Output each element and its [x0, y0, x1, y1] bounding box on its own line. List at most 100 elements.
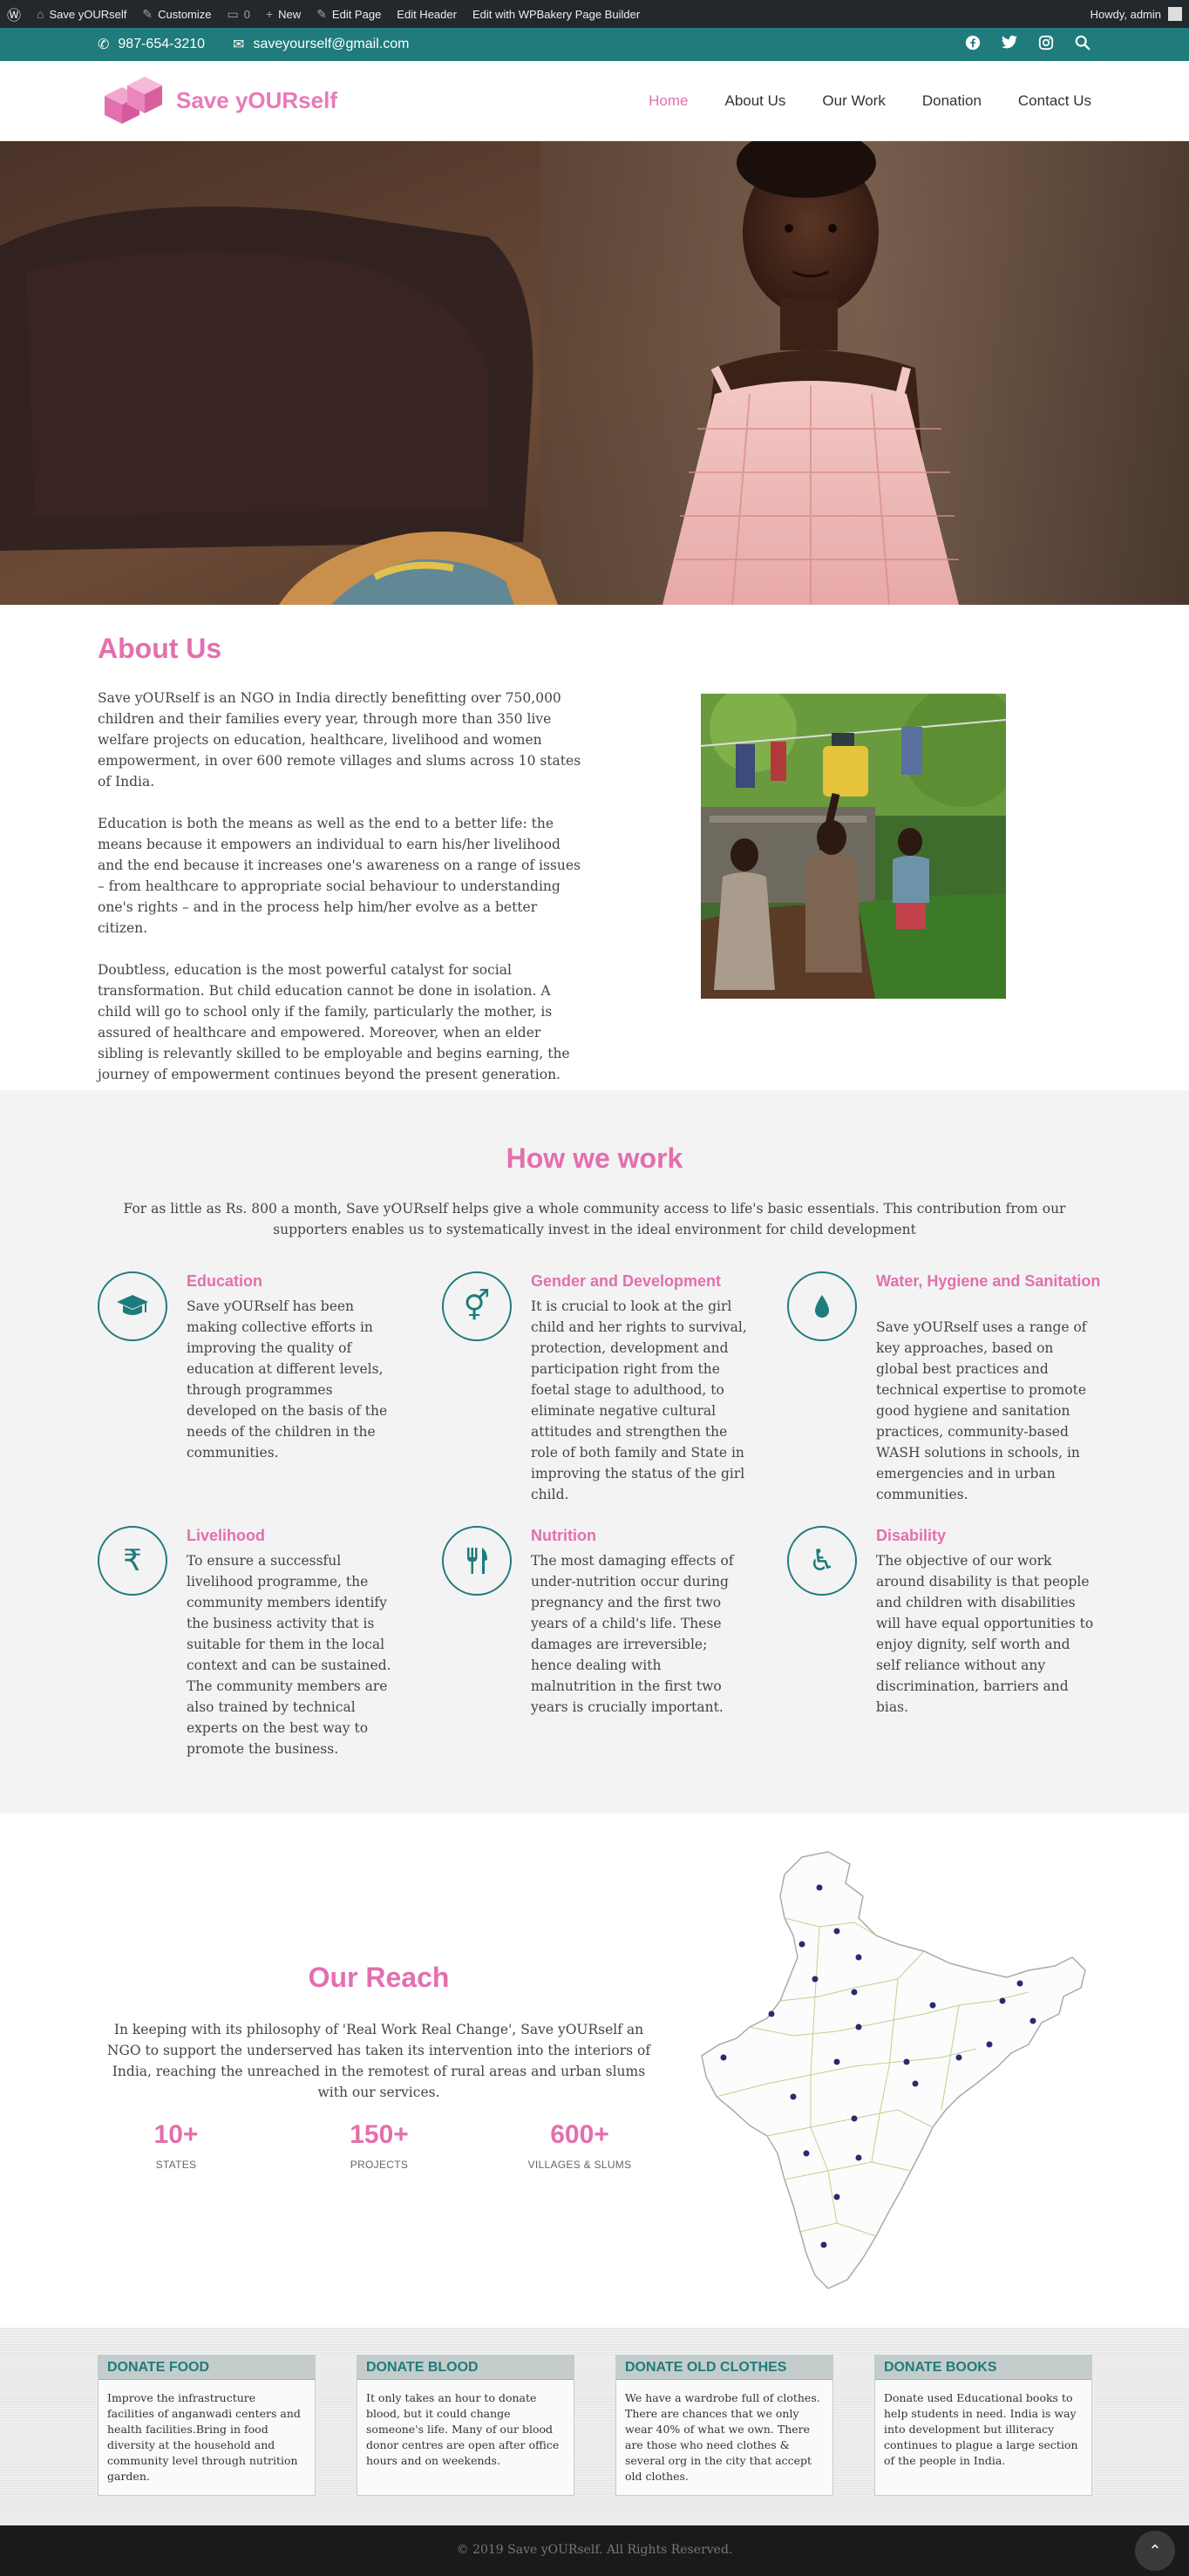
nav-contact-us[interactable]: Contact Us	[1018, 92, 1091, 110]
feature-title: Education	[187, 1272, 263, 1290]
stat-villages: 600+ VILLAGES & SLUMS	[501, 2120, 658, 2171]
admin-customize[interactable]: ✎ Customize	[142, 7, 211, 22]
nav-about-us[interactable]: About Us	[724, 92, 785, 110]
feature-text: The most damaging effects of under-nutri…	[531, 1553, 734, 1715]
comments-count: 0	[243, 7, 250, 21]
donate-clothes-card[interactable]: DONATE OLD CLOTHES We have a wardrobe fu…	[615, 2355, 833, 2496]
about-photo-children	[701, 694, 1006, 999]
card-text: We have a wardrobe full of clothes. Ther…	[625, 2391, 820, 2483]
about-paragraph: Doubtless, education is the most powerfu…	[98, 962, 570, 1082]
admin-site-name[interactable]: ⌂ Save yOURself	[37, 7, 126, 21]
admin-comments[interactable]: ▭ 0	[228, 7, 250, 22]
chevron-up-icon: ⌃	[1148, 2541, 1162, 2560]
logo-text: Save yOURself	[176, 87, 337, 113]
gender-icon: ⚥	[442, 1271, 512, 1341]
donate-food-card[interactable]: DONATE FOOD Improve the infrastructure f…	[98, 2355, 316, 2496]
feature-title: Livelihood	[187, 1527, 265, 1544]
admin-howdy[interactable]: Howdy, admin	[1090, 8, 1161, 21]
stat-number: 10+	[153, 2120, 199, 2149]
plus-icon: +	[265, 7, 274, 21]
admin-customize-label: Customize	[158, 7, 212, 21]
reach-title: Our Reach	[308, 1962, 450, 1993]
stat-label: PROJECTS	[350, 2159, 409, 2171]
feature-text: It is crucial to look at the girl child …	[531, 1298, 747, 1502]
admin-new[interactable]: + New	[266, 7, 301, 21]
stat-number: 150+	[350, 2120, 409, 2149]
phone-icon: ✆	[98, 37, 110, 52]
about-text: Save yOURself is an NGO in India directl…	[98, 688, 586, 1106]
rupee-icon: ₹	[98, 1526, 167, 1596]
email-contact[interactable]: ✉ saveyourself@gmail.com	[233, 36, 409, 53]
twitter-icon[interactable]	[1001, 35, 1018, 55]
envelope-icon: ✉	[233, 37, 245, 52]
instagram-icon[interactable]	[1037, 35, 1055, 55]
feature-text: To ensure a successful livelihood progra…	[187, 1553, 391, 1757]
our-reach-section: Our Reach In keeping with its philosophy…	[0, 1813, 1189, 2328]
admin-avatar[interactable]	[1168, 7, 1182, 21]
feature-text: Save yOURself has been making collective…	[187, 1298, 388, 1461]
stat-projects: 150+ PROJECTS	[301, 2120, 458, 2171]
admin-edit-page[interactable]: ✎ Edit Page	[316, 7, 381, 22]
cutlery-icon	[442, 1526, 512, 1596]
how-we-work-section: How we work For as little as Rs. 800 a m…	[0, 1090, 1189, 1813]
stat-label: STATES	[155, 2159, 197, 2171]
brush-icon: ✎	[142, 6, 153, 21]
facebook-icon[interactable]	[964, 35, 982, 55]
pencil-icon: ✎	[316, 6, 327, 21]
site-footer: © 2019 Save yOURself. All Rights Reserve…	[0, 2525, 1189, 2576]
search-icon[interactable]	[1074, 35, 1091, 55]
admin-new-label: New	[278, 7, 302, 21]
copyright: © 2019 Save yOURself. All Rights Reserve…	[456, 2543, 733, 2557]
logo-cube-icon	[105, 76, 162, 124]
site-logo[interactable]: Save yOURself	[98, 70, 337, 132]
admin-edit-page-label: Edit Page	[331, 7, 382, 21]
card-title: DONATE BLOOD	[357, 2356, 574, 2380]
admin-edit-header[interactable]: Edit Header	[397, 8, 457, 21]
nav-home[interactable]: Home	[649, 92, 688, 110]
about-section: About Us Save yOURself is an NGO in Indi…	[0, 605, 1189, 1090]
feature-text: The objective of our work around disabil…	[876, 1553, 1094, 1715]
feature-title: Disability	[876, 1527, 947, 1544]
phone-number: 987-654-3210	[118, 37, 206, 51]
page: Ⓦ ⌂ Save yOURself ✎ Customize ▭ 0 + New ✎ Edi…	[0, 0, 1189, 2576]
card-title: DONATE OLD CLOTHES	[616, 2356, 832, 2380]
phone-contact[interactable]: ✆ 987-654-3210	[98, 36, 205, 53]
donate-blood-card[interactable]: DONATE BLOOD It only takes an hour to do…	[357, 2355, 574, 2496]
comment-icon: ▭	[227, 6, 239, 21]
home-icon: ⌂	[37, 7, 44, 21]
site-header: Save yOURself Home About Us Our Work Don…	[0, 61, 1189, 141]
water-drop-icon	[787, 1271, 857, 1341]
card-text: It only takes an hour to donate blood, b…	[366, 2391, 560, 2467]
feature-text: Save yOURself uses a range of key approa…	[876, 1319, 1087, 1502]
main-nav: Home About Us Our Work Donation Contact …	[649, 92, 1091, 110]
graduation-cap-icon	[98, 1271, 167, 1341]
wordpress-logo-icon[interactable]: Ⓦ	[7, 3, 21, 24]
stat-number: 600+	[550, 2120, 609, 2149]
wheelchair-icon: ♿	[787, 1526, 857, 1596]
wp-admin-bar: Ⓦ ⌂ Save yOURself ✎ Customize ▭ 0 + New ✎ Edi…	[0, 0, 1189, 28]
card-text: Improve the infrastructure facilities of…	[107, 2391, 301, 2483]
hero-image	[0, 141, 1189, 605]
india-map	[701, 1851, 1086, 2289]
nav-donation[interactable]: Donation	[922, 92, 982, 110]
card-text: Donate used Educational books to help st…	[884, 2391, 1078, 2467]
about-paragraph: Education is both the means as well as t…	[98, 816, 581, 936]
email-address: saveyourself@gmail.com	[253, 37, 410, 51]
card-title: DONATE FOOD	[99, 2356, 315, 2380]
hero-photo-girl	[0, 141, 1189, 605]
nav-our-work[interactable]: Our Work	[822, 92, 885, 110]
stat-label: VILLAGES & SLUMS	[527, 2159, 632, 2171]
feature-title: Nutrition	[531, 1527, 596, 1544]
about-title: About Us	[98, 633, 222, 664]
how-intro: For as little as Rs. 800 a month, Save y…	[123, 1201, 1066, 1237]
about-paragraph: Save yOURself is an NGO in India directl…	[98, 690, 581, 790]
admin-edit-wpbakery[interactable]: Edit with WPBakery Page Builder	[472, 8, 640, 21]
how-title: How we work	[506, 1142, 683, 1174]
donate-books-card[interactable]: DONATE BOOKS Donate used Educational boo…	[874, 2355, 1092, 2496]
reach-text: In keeping with its philosophy of 'Real …	[106, 2022, 651, 2100]
admin-site-name-label: Save yOURself	[49, 7, 127, 21]
donate-section: DONATE FOOD Improve the infrastructure f…	[0, 2328, 1189, 2525]
stat-states: 10+ STATES	[98, 2120, 255, 2171]
feature-title: Water, Hygiene and Sanitation	[876, 1272, 1101, 1290]
back-to-top-button[interactable]: ⌃	[1135, 2531, 1175, 2571]
